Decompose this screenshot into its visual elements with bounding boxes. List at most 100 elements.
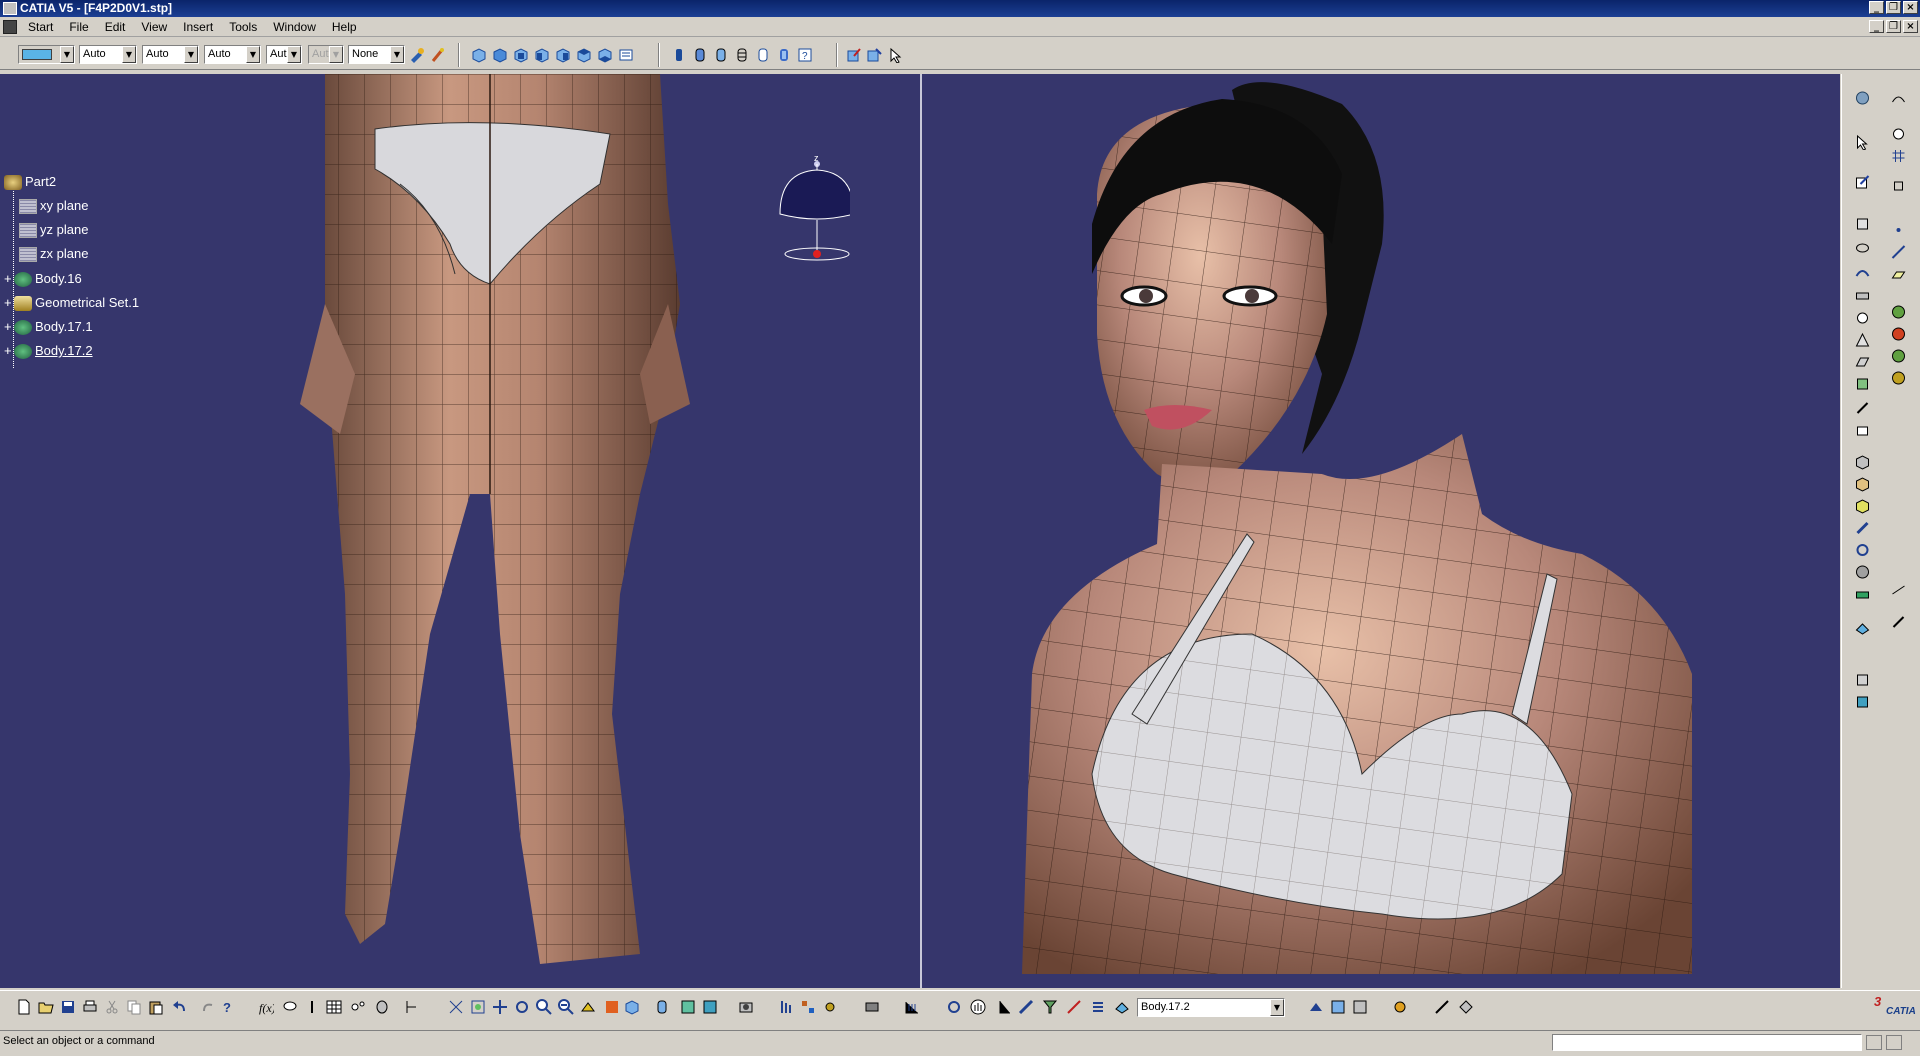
hide-show-icon[interactable] (680, 999, 696, 1015)
tree-item-body-16[interactable]: + Body.16 (4, 271, 82, 288)
shading-icon[interactable] (671, 47, 687, 63)
compass-widget[interactable]: z (770, 152, 850, 262)
constraint-icon[interactable] (1066, 999, 1082, 1015)
minimize-button[interactable]: _ (1869, 1, 1884, 14)
quick-view-icon[interactable] (624, 999, 640, 1015)
named-views-icon[interactable] (618, 47, 634, 63)
save-icon[interactable] (60, 999, 76, 1015)
tree-item-body-17-1[interactable]: + Body.17.1 (4, 319, 93, 336)
menu-help[interactable]: Help (324, 20, 365, 34)
scaling-icon[interactable] (1854, 586, 1871, 602)
rule-icon[interactable] (304, 999, 320, 1015)
blend-icon[interactable] (1854, 332, 1871, 348)
shading-edges-icon[interactable] (692, 47, 708, 63)
hand-pan-icon[interactable] (970, 999, 986, 1015)
knowledge-inspector-icon[interactable] (350, 999, 366, 1015)
analysis-icon[interactable] (1890, 90, 1907, 106)
rotate-view-icon[interactable] (514, 999, 530, 1015)
apply-dress-up-icon[interactable] (1434, 999, 1450, 1015)
environment-icon[interactable] (1890, 348, 1907, 364)
top-view-icon[interactable] (576, 47, 592, 63)
back-view-icon[interactable] (513, 47, 529, 63)
doc-restore-button[interactable]: ❐ (1886, 20, 1901, 33)
right-3d-viewport[interactable] (922, 74, 1840, 988)
painter-icon[interactable] (409, 47, 425, 63)
point-icon[interactable] (1890, 222, 1907, 238)
bottom-view-icon[interactable] (597, 47, 613, 63)
menu-view[interactable]: View (133, 20, 175, 34)
material-shading-icon[interactable] (776, 47, 792, 63)
curvature-icon[interactable] (1330, 999, 1346, 1015)
color-combo[interactable]: ▼ (18, 45, 75, 64)
material-icon[interactable] (1890, 304, 1907, 320)
open-icon[interactable] (38, 999, 54, 1015)
menu-file[interactable]: File (61, 20, 96, 34)
line-thickness-combo[interactable]: Auto ▼ (142, 45, 199, 64)
translate-icon[interactable] (1854, 520, 1871, 536)
repetition-icon[interactable] (1854, 672, 1871, 688)
axis-system-icon[interactable] (1854, 694, 1871, 710)
tree-root-part2[interactable]: Part2 (4, 174, 56, 191)
ruler-icon[interactable] (1018, 999, 1034, 1015)
power-input-field[interactable] (1552, 1034, 1862, 1051)
sort-icon[interactable] (778, 999, 794, 1015)
expand-icon[interactable]: + (4, 295, 14, 311)
doc-minimize-button[interactable]: _ (1869, 20, 1884, 33)
offset-icon[interactable] (1854, 288, 1871, 304)
tools-icon[interactable] (1890, 614, 1907, 630)
plane-tool-icon[interactable] (1890, 266, 1907, 282)
catia-app-icon[interactable] (3, 2, 17, 15)
print-icon[interactable] (82, 999, 98, 1015)
front-view-icon[interactable] (492, 47, 508, 63)
instant-analysis-icon[interactable] (1392, 999, 1408, 1015)
sweep-icon[interactable] (1854, 264, 1871, 280)
fit-all-icon[interactable] (470, 999, 486, 1015)
boundary-icon[interactable] (1854, 454, 1871, 470)
extract-icon[interactable] (1854, 476, 1871, 492)
zoom-out-icon[interactable] (558, 999, 574, 1015)
light-icon[interactable] (1890, 370, 1907, 386)
extrude-icon[interactable] (1854, 216, 1871, 232)
tree-item-xy-plane[interactable]: xy plane (19, 198, 88, 215)
left-3d-viewport[interactable]: Part2 xy plane yz plane zx plane + Body.1… (0, 74, 920, 988)
doc-close-button[interactable]: × (1903, 20, 1918, 33)
measure-icon[interactable] (1890, 582, 1907, 598)
pan-icon[interactable] (492, 999, 508, 1015)
surface-icon[interactable] (1854, 90, 1871, 106)
analysis-tool-icon[interactable] (1308, 999, 1324, 1015)
left-view-icon[interactable] (534, 47, 550, 63)
rotate-icon[interactable] (1854, 542, 1871, 558)
document-icon[interactable] (3, 20, 17, 34)
work-on-support-icon[interactable] (904, 999, 920, 1015)
trim-icon[interactable] (1854, 422, 1871, 438)
select-arrow-icon[interactable] (1854, 134, 1871, 150)
view-mode-icon[interactable] (654, 999, 670, 1015)
menu-start[interactable]: Start (20, 20, 61, 34)
zoom-in-icon[interactable] (536, 999, 552, 1015)
loft-icon[interactable] (1854, 354, 1871, 370)
filter-icon[interactable] (1042, 999, 1058, 1015)
expand-icon[interactable]: + (4, 343, 14, 359)
tree-item-geometrical-set-1[interactable]: + Geometrical Set.1 (4, 295, 139, 312)
capture-icon[interactable] (738, 999, 754, 1015)
snap-icon[interactable] (1890, 178, 1907, 194)
point-type-combo[interactable]: Aut ▼ (266, 45, 302, 64)
tree-item-zx-plane[interactable]: zx plane (19, 246, 88, 263)
positioned-sketch-icon[interactable] (866, 47, 882, 63)
custom-view-icon[interactable]: ? (797, 47, 813, 63)
line-icon[interactable] (1890, 244, 1907, 260)
fill-icon[interactable] (1854, 310, 1871, 326)
sketch-icon[interactable] (846, 47, 862, 63)
refresh-icon[interactable] (946, 999, 962, 1015)
dimension-icon[interactable] (996, 999, 1012, 1015)
properties-icon[interactable] (430, 47, 446, 63)
whats-this-icon[interactable]: ? (220, 999, 236, 1015)
tree-item-yz-plane[interactable]: yz plane (19, 222, 88, 239)
catalog-icon[interactable] (374, 999, 390, 1015)
revolve-icon[interactable] (1854, 240, 1871, 256)
assembly-icon[interactable] (800, 999, 816, 1015)
undo-icon[interactable] (172, 999, 188, 1015)
create-multi-view-icon[interactable] (604, 999, 620, 1015)
parameter-icon[interactable] (404, 999, 420, 1015)
transparency-combo[interactable]: Auto ▼ (79, 45, 137, 64)
